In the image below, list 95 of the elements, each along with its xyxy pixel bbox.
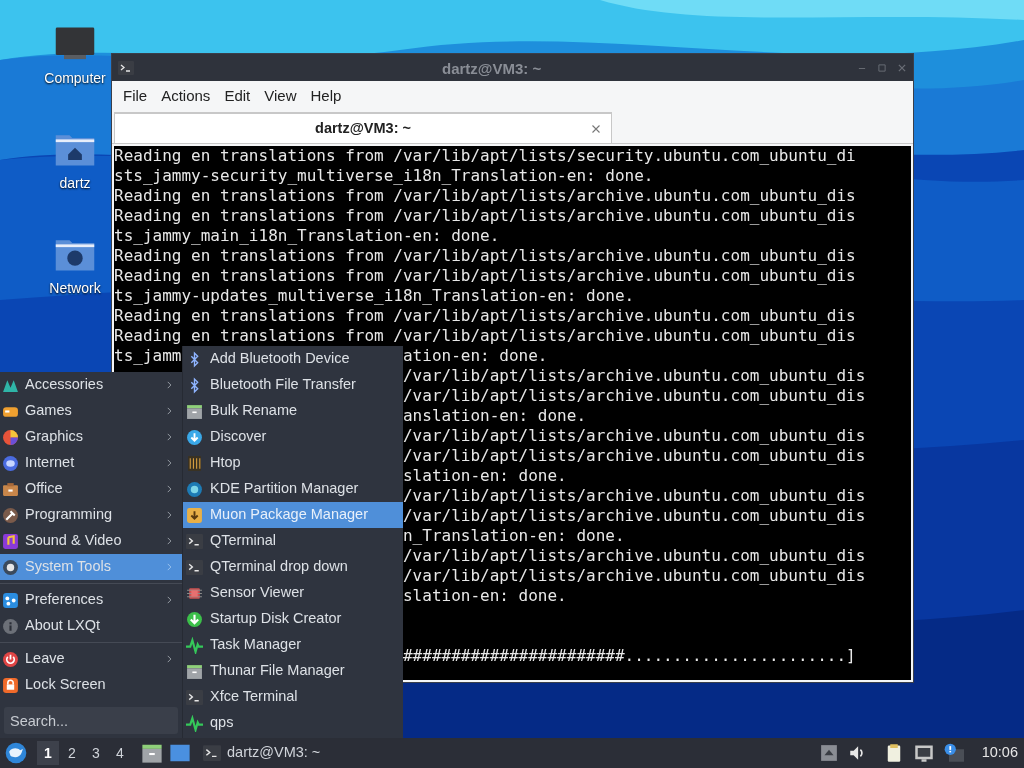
menu-item[interactable]: Edit [217, 81, 258, 111]
menu-item[interactable]: View [257, 81, 304, 111]
menu-item[interactable]: Help [303, 81, 349, 111]
menu-item[interactable]: Discover [183, 424, 403, 450]
tab[interactable]: dartz@VM3: ~ [114, 112, 612, 143]
menu-item[interactable]: Xfce Terminal [183, 684, 403, 710]
power-icon [2, 650, 19, 668]
workspace-button[interactable]: 2 [61, 741, 83, 765]
menu-item[interactable]: Add Bluetooth Device [183, 346, 403, 372]
workspace-button[interactable]: 1 [37, 741, 59, 765]
terminal-icon [203, 744, 221, 762]
volume-icon[interactable] [847, 744, 866, 762]
terminal-line: ts_jammy-updates_multiverse_i18n_Translation-en: done. [114, 286, 636, 306]
menu-item[interactable]: Sound & Video [0, 528, 182, 554]
lock-icon [2, 676, 19, 694]
hammer-icon [2, 506, 19, 524]
menu-item[interactable]: Preferences [0, 587, 182, 613]
clock[interactable]: 10:06 [981, 742, 1018, 764]
taskbar-button[interactable]: dartz@VM3: ~ [201, 740, 323, 766]
disc-icon [186, 480, 203, 498]
close-icon[interactable] [897, 62, 907, 73]
file-manager-icon[interactable] [141, 742, 163, 764]
menu-item[interactable]: Graphics [0, 424, 182, 450]
pulse-icon [186, 636, 203, 654]
globe-icon [2, 454, 19, 472]
terminal-line: ts_jamm [114, 346, 182, 365]
terminal-line: /var/lib/apt/lists/archive.ubuntu.com_ubuntu_dis [403, 386, 866, 405]
drawer-icon [186, 662, 203, 680]
terminal-line: Reading en translations from /var/lib/apt/lists/archive.ubuntu.com_ubuntu_dis [114, 206, 857, 226]
menu-item[interactable]: About LXQt [0, 613, 182, 639]
menu-item[interactable]: Programming [0, 502, 182, 528]
terminal-line: /var/lib/apt/lists/archive.ubuntu.com_ubuntu_dis [403, 566, 866, 585]
terminal-line: Reading en translations from /var/lib/apt/lists/archive.ubuntu.com_ubuntu_dis [114, 266, 857, 286]
download-icon [186, 610, 203, 628]
briefcase-icon [2, 480, 19, 498]
menu-item[interactable]: Accessories [0, 372, 182, 398]
menu-item[interactable]: Actions [154, 81, 218, 111]
menu-item[interactable]: Lock Screen [0, 672, 182, 698]
terminal-icon [186, 558, 203, 576]
show-desktop-icon[interactable] [169, 742, 191, 764]
terminal-icon [118, 59, 134, 76]
terminal-line: /var/lib/apt/lists/archive.ubuntu.com_ubuntu_dis [403, 486, 866, 505]
network-icon[interactable] [913, 743, 934, 763]
menu-item[interactable]: QTerminal [183, 528, 403, 554]
terminal-line: /var/lib/apt/lists/archive.ubuntu.com_ubuntu_dis [403, 426, 866, 445]
menu-item[interactable]: Leave [0, 646, 182, 672]
icon-label[interactable]: Computer [44, 68, 106, 89]
window-title: dartz@VM3: ~ [442, 59, 542, 79]
drawer-icon [186, 402, 203, 420]
terminal-line: ts_jammy_main_i18n_Translation-en: done. [114, 226, 501, 246]
menu-item[interactable]: Bulk Rename [183, 398, 403, 424]
terminal-line: slation-en: done. [403, 466, 567, 485]
workspace-button[interactable]: 3 [85, 741, 107, 765]
terminal-line: Reading en translations from /var/lib/apt/lists/archive.ubuntu.com_ubuntu_dis [114, 306, 857, 326]
menu-item[interactable]: Thunar File Manager [183, 658, 403, 684]
terminal-line: anslation-en: done. [403, 406, 586, 425]
icon-label[interactable]: dartz [59, 173, 91, 194]
terminal-icon [186, 688, 203, 706]
terminal-line: /var/lib/apt/lists/archive.ubuntu.com_ubuntu_dis [403, 506, 866, 525]
pulse-icon [186, 714, 203, 732]
terminal-line: /var/lib/apt/lists/archive.ubuntu.com_ubuntu_dis [403, 366, 866, 385]
settings-icon [2, 591, 19, 609]
menu-item[interactable]: Htop [183, 450, 403, 476]
menu-item[interactable]: Games [0, 398, 182, 424]
menu-item[interactable]: QTerminal drop down [183, 554, 403, 580]
terminal-line: ation-en: done. [403, 346, 548, 365]
menu-item[interactable]: qps [183, 710, 403, 736]
menu-item[interactable]: File [116, 81, 155, 111]
terminal-line: sts_jammy-security_multiverse_i18n_Translation-en: done. [114, 166, 655, 186]
bars-icon [186, 454, 203, 472]
terminal-line: n_Translation-en: done. [403, 526, 625, 545]
terminal-line: Reading en translations from /var/lib/apt/lists/archive.ubuntu.com_ubuntu_dis [114, 246, 857, 266]
terminal-line: Reading en translations from /var/lib/apt/lists/archive.ubuntu.com_ubuntu_dis [114, 186, 857, 206]
workspace-button[interactable]: 4 [109, 741, 131, 765]
terminal-line: slation-en: done. [403, 586, 567, 605]
terminal-line: Reading en translations from /var/lib/apt/lists/archive.ubuntu.com_ubuntu_dis [114, 326, 857, 346]
terminal-line: /var/lib/apt/lists/archive.ubuntu.com_ubuntu_dis [403, 546, 866, 565]
menu-item[interactable]: Internet [0, 450, 182, 476]
package-icon [186, 506, 203, 524]
menu-item[interactable]: Sensor Viewer [183, 580, 403, 606]
icon-label[interactable]: Network [49, 278, 101, 299]
menu-item[interactable]: Office [0, 476, 182, 502]
search-field[interactable]: Search... [4, 707, 178, 734]
color-wheel-icon [2, 428, 19, 446]
terminal-line: Reading en translations from /var/lib/apt/lists/security.ubuntu.com_ubuntu_di [114, 146, 857, 166]
menu-item[interactable]: Bluetooth File Transfer [183, 372, 403, 398]
download-icon [186, 428, 203, 446]
terminal-line: #######################.......................] [403, 646, 856, 665]
terminal-icon [186, 532, 203, 550]
start-menu-icon[interactable] [5, 742, 27, 764]
menu-item[interactable]: Task Manager [183, 632, 403, 658]
terminal-line: /var/lib/apt/lists/archive.ubuntu.com_ubuntu_dis [403, 446, 866, 465]
notification-icon[interactable] [943, 743, 964, 763]
menu-item[interactable]: Startup Disk Creator [183, 606, 403, 632]
menu-item[interactable]: KDE Partition Manager [183, 476, 403, 502]
